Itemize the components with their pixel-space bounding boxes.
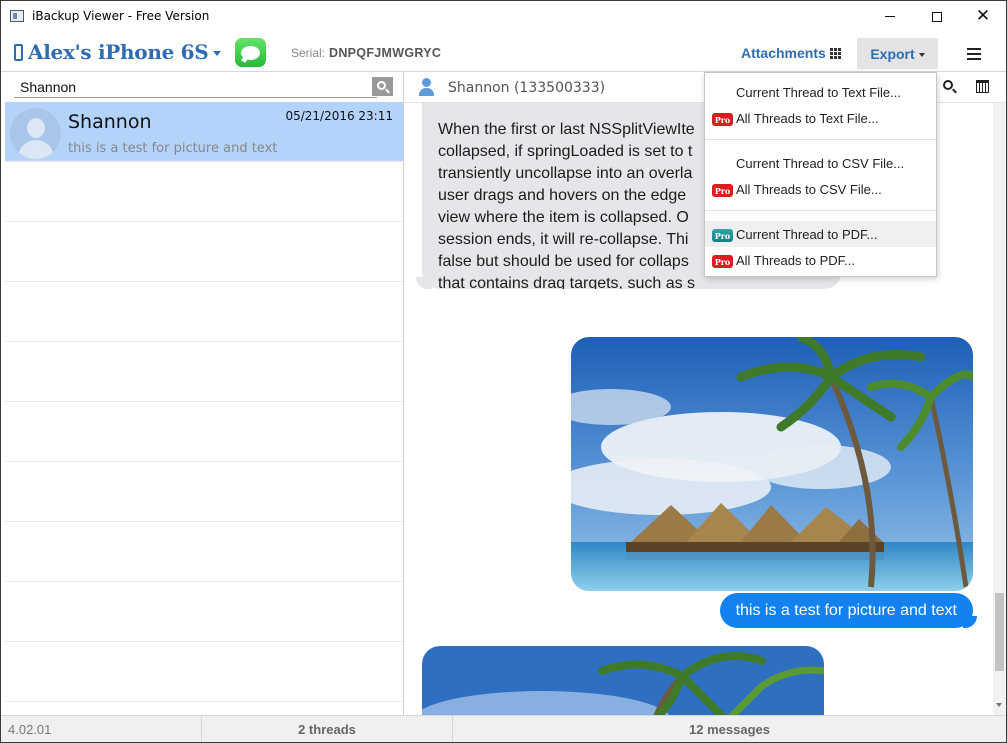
empty-row bbox=[5, 402, 403, 462]
menu-icon[interactable] bbox=[967, 48, 981, 63]
title-bar: iBackup Viewer - Free Version ✕ bbox=[1, 1, 1006, 32]
avatar bbox=[9, 107, 62, 160]
version-label: 4.02.01 bbox=[8, 722, 52, 737]
toolbar: Alex's iPhone 6S Serial: DNPQFJMWGRYC Att… bbox=[1, 32, 1006, 72]
export-label: Export bbox=[870, 45, 915, 62]
attachments-button[interactable]: Attachments bbox=[741, 45, 841, 61]
thread-list: Shannon 05/21/2016 23:11 this is a test … bbox=[5, 102, 403, 702]
phone-icon bbox=[14, 43, 23, 61]
thread-date: 05/21/2016 23:11 bbox=[285, 109, 393, 123]
device-name: Alex's iPhone 6S bbox=[28, 40, 209, 64]
message-scrollbar[interactable] bbox=[993, 103, 1006, 715]
menu-separator bbox=[705, 139, 936, 140]
photo-attachment[interactable] bbox=[422, 646, 824, 715]
menu-separator bbox=[705, 210, 936, 211]
empty-row bbox=[5, 522, 403, 582]
chevron-down-icon bbox=[213, 51, 222, 56]
menu-item-label: All Threads to PDF... bbox=[736, 253, 855, 268]
scrollbar-thumb[interactable] bbox=[995, 593, 1004, 671]
message-count: 12 messages bbox=[452, 716, 1006, 742]
empty-row bbox=[5, 342, 403, 402]
minimize-icon bbox=[885, 16, 895, 17]
app-icon bbox=[10, 10, 24, 22]
empty-row bbox=[5, 282, 403, 342]
search-icon bbox=[377, 81, 386, 90]
minimize-button[interactable] bbox=[867, 1, 913, 32]
thread-name: Shannon bbox=[68, 111, 152, 133]
device-selector[interactable]: Alex's iPhone 6S bbox=[14, 40, 222, 64]
serial-label: Serial: bbox=[291, 46, 326, 60]
pro-badge-icon: Pro bbox=[712, 113, 733, 126]
thread-list-pane: Shannon 05/21/2016 23:11 this is a test … bbox=[5, 72, 404, 715]
menu-item-all-threads-text[interactable]: Pro All Threads to Text File... bbox=[705, 105, 936, 131]
thread-search bbox=[5, 72, 403, 102]
chevron-down-icon bbox=[918, 52, 925, 57]
search-input[interactable] bbox=[14, 76, 377, 98]
message-bubble-icon bbox=[241, 45, 260, 60]
messages-app-icon[interactable] bbox=[235, 38, 266, 67]
conversation-title: Shannon (133500333) bbox=[448, 80, 606, 96]
person-icon bbox=[418, 78, 435, 96]
beach-photo bbox=[571, 337, 973, 591]
menu-item-current-thread-pdf[interactable]: Pro Current Thread to PDF... bbox=[705, 221, 936, 247]
calendar-icon[interactable] bbox=[976, 80, 989, 93]
pro-badge-icon: Pro bbox=[712, 184, 733, 197]
pro-badge-icon: Pro bbox=[712, 229, 733, 242]
close-button[interactable]: ✕ bbox=[960, 1, 1006, 32]
attachments-label: Attachments bbox=[741, 45, 826, 61]
empty-row bbox=[5, 582, 403, 642]
empty-row bbox=[5, 642, 403, 702]
empty-row bbox=[5, 462, 403, 522]
empty-row bbox=[5, 222, 403, 282]
thread-preview: this is a test for picture and text bbox=[68, 141, 278, 156]
app-window: iBackup Viewer - Free Version ✕ Alex's i… bbox=[0, 0, 1007, 743]
conversation-search-button[interactable] bbox=[943, 80, 953, 90]
menu-item-label: All Threads to Text File... bbox=[736, 111, 879, 126]
thread-item[interactable]: Shannon 05/21/2016 23:11 this is a test … bbox=[5, 102, 403, 162]
outgoing-message[interactable]: this is a test for picture and text bbox=[719, 593, 973, 628]
outgoing-bubble-tail bbox=[963, 616, 977, 628]
menu-item-current-thread-text[interactable]: Current Thread to Text File... bbox=[705, 79, 936, 105]
pro-badge-icon: Pro bbox=[712, 255, 733, 268]
menu-item-current-thread-csv[interactable]: Current Thread to CSV File... bbox=[705, 150, 936, 176]
grid-icon bbox=[829, 47, 841, 59]
menu-item-label: Current Thread to CSV File... bbox=[736, 156, 905, 171]
export-menu: Current Thread to Text File... Pro All T… bbox=[704, 72, 937, 277]
search-icon bbox=[943, 80, 953, 90]
window-title: iBackup Viewer - Free Version bbox=[32, 9, 210, 23]
status-bar: 4.02.01 2 threads 12 messages bbox=[1, 715, 1006, 742]
export-button[interactable]: Export bbox=[857, 38, 938, 69]
beach-photo bbox=[422, 646, 824, 715]
serial-value: DNPQFJMWGRYC bbox=[329, 46, 442, 60]
maximize-icon bbox=[932, 11, 942, 22]
menu-item-all-threads-csv[interactable]: Pro All Threads to CSV File... bbox=[705, 176, 936, 202]
empty-row bbox=[5, 162, 403, 222]
menu-item-label: Current Thread to PDF... bbox=[736, 227, 878, 242]
maximize-button[interactable] bbox=[914, 1, 960, 32]
menu-item-all-threads-pdf[interactable]: Pro All Threads to PDF... bbox=[705, 247, 936, 273]
menu-item-label: All Threads to CSV File... bbox=[736, 182, 882, 197]
search-button[interactable] bbox=[372, 77, 393, 96]
serial-info: Serial: DNPQFJMWGRYC bbox=[291, 46, 441, 60]
photo-attachment[interactable] bbox=[571, 337, 973, 591]
menu-item-label: Current Thread to Text File... bbox=[736, 85, 901, 100]
thread-count: 2 threads bbox=[201, 716, 452, 742]
close-icon: ✕ bbox=[975, 6, 991, 26]
scroll-down-arrow-icon[interactable] bbox=[996, 703, 1002, 707]
